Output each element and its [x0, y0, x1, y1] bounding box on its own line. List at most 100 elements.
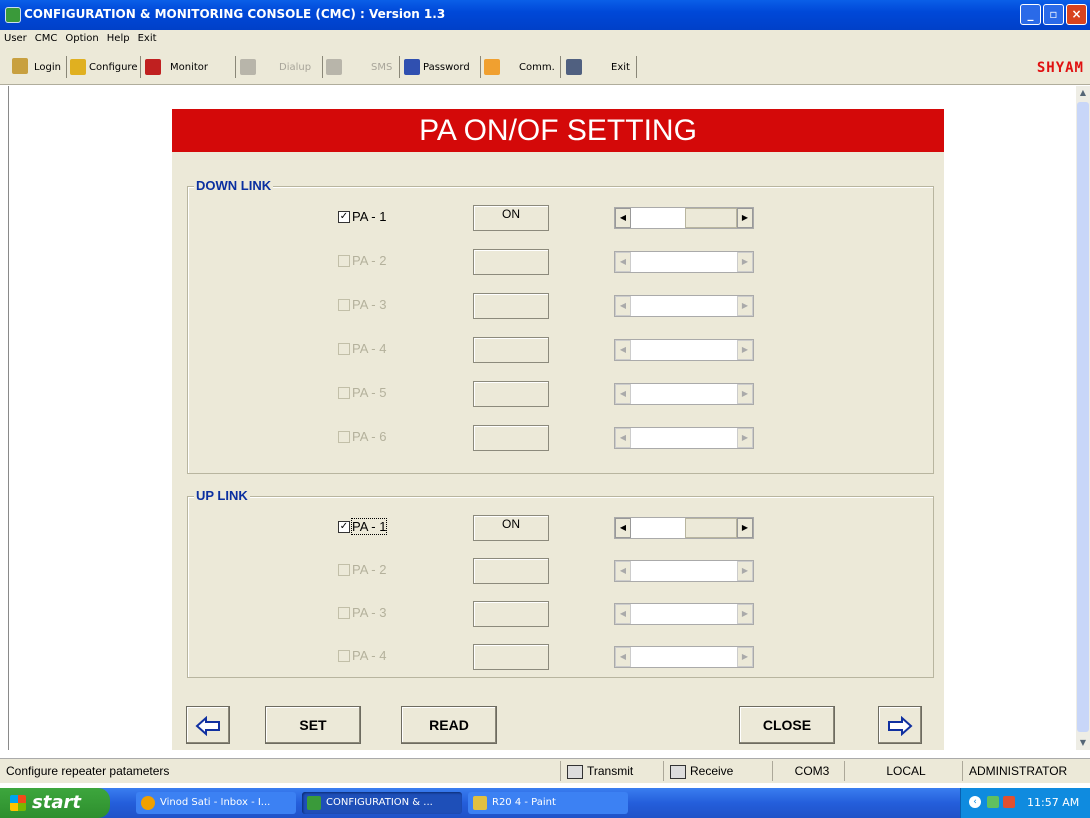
- vertical-scrollbar[interactable]: ▲ ▼: [1076, 86, 1090, 750]
- password-button[interactable]: Password: [404, 58, 470, 76]
- pa-label[interactable]: PA - 5: [352, 385, 386, 400]
- menu-option[interactable]: Option: [61, 30, 102, 44]
- pa-row: PA - 6 ◀ ▶: [338, 425, 768, 451]
- slider-right-arrow[interactable]: ▶: [737, 340, 753, 360]
- sms-button[interactable]: SMS: [326, 58, 392, 76]
- monitor-button[interactable]: Monitor: [145, 58, 208, 76]
- monitor-icon: [145, 59, 161, 75]
- configure-button[interactable]: Configure: [70, 58, 137, 76]
- network-icon[interactable]: [987, 796, 999, 808]
- menu-bar: User CMC Option Help Exit: [0, 30, 1090, 50]
- app-icon: [5, 7, 21, 23]
- pa-slider[interactable]: ◀ ▶: [614, 603, 754, 625]
- slider-left-arrow[interactable]: ◀: [615, 296, 631, 316]
- pa-label[interactable]: PA - 4: [352, 648, 386, 663]
- close-button[interactable]: CLOSE: [739, 706, 835, 744]
- slider-right-arrow[interactable]: ▶: [737, 518, 753, 538]
- slider-left-arrow[interactable]: ◀: [615, 252, 631, 272]
- read-button[interactable]: READ: [401, 706, 497, 744]
- pa-checkbox[interactable]: [338, 431, 350, 443]
- pa-slider[interactable]: ◀ ▶: [614, 517, 754, 539]
- pa-checkbox[interactable]: ✓: [338, 521, 350, 533]
- menu-help[interactable]: Help: [103, 30, 134, 44]
- transmit-label: Transmit: [587, 764, 634, 778]
- pa-label[interactable]: PA - 1: [350, 518, 388, 535]
- pa-checkbox[interactable]: [338, 255, 350, 267]
- menu-exit[interactable]: Exit: [134, 30, 161, 44]
- slider-right-arrow[interactable]: ▶: [737, 428, 753, 448]
- task-paint[interactable]: R20 4 - Paint: [468, 792, 628, 814]
- pa-label[interactable]: PA - 6: [352, 429, 386, 444]
- folder-icon: [70, 59, 86, 75]
- pa-label[interactable]: PA - 3: [352, 605, 386, 620]
- slider-right-arrow[interactable]: ▶: [737, 647, 753, 667]
- slider-left-arrow[interactable]: ◀: [615, 428, 631, 448]
- slider-right-arrow[interactable]: ▶: [737, 384, 753, 404]
- pa-row: PA - 3 ◀ ▶: [338, 293, 768, 319]
- close-window-button[interactable]: ×: [1066, 4, 1087, 25]
- next-button[interactable]: [878, 706, 922, 744]
- pa-checkbox[interactable]: [338, 387, 350, 399]
- task-inbox[interactable]: Vinod Sati - Inbox - I...: [136, 792, 296, 814]
- maximize-button[interactable]: ▫: [1043, 4, 1064, 25]
- pa-slider[interactable]: ◀ ▶: [614, 207, 754, 229]
- dialup-button[interactable]: Dialup: [240, 58, 311, 76]
- scroll-up-arrow[interactable]: ▲: [1077, 86, 1089, 100]
- pa-slider[interactable]: ◀ ▶: [614, 251, 754, 273]
- status-bar: Configure repeater patameters Transmit R…: [0, 758, 1090, 783]
- menu-cmc[interactable]: CMC: [31, 30, 62, 44]
- pa-checkbox[interactable]: ✓: [338, 211, 350, 223]
- slider-left-arrow[interactable]: ◀: [615, 384, 631, 404]
- pa-slider[interactable]: ◀ ▶: [614, 295, 754, 317]
- login-button[interactable]: Login: [34, 58, 61, 76]
- minimize-button[interactable]: _: [1020, 4, 1041, 25]
- pa-label[interactable]: PA - 1: [352, 209, 386, 224]
- previous-button[interactable]: [186, 706, 230, 744]
- slider-left-arrow[interactable]: ◀: [615, 561, 631, 581]
- slider-right-arrow[interactable]: ▶: [737, 208, 753, 228]
- slider-left-arrow[interactable]: ◀: [615, 208, 631, 228]
- pa-label[interactable]: PA - 4: [352, 341, 386, 356]
- pa-label[interactable]: PA - 3: [352, 297, 386, 312]
- monitor-label: Monitor: [170, 61, 209, 73]
- pa-slider[interactable]: ◀ ▶: [614, 427, 754, 449]
- scroll-thumb[interactable]: [1077, 102, 1089, 732]
- menu-user[interactable]: User: [0, 30, 31, 44]
- comm-button[interactable]: Comm.: [484, 58, 555, 76]
- pa-checkbox[interactable]: [338, 343, 350, 355]
- pa-status-box: [473, 381, 549, 407]
- slider-left-arrow[interactable]: ◀: [615, 518, 631, 538]
- exit-button[interactable]: Exit: [566, 58, 630, 76]
- pa-checkbox[interactable]: [338, 650, 350, 662]
- slider-right-arrow[interactable]: ▶: [737, 296, 753, 316]
- slider-left-arrow[interactable]: ◀: [615, 647, 631, 667]
- slider-right-arrow[interactable]: ▶: [737, 561, 753, 581]
- pa-label[interactable]: PA - 2: [352, 253, 386, 268]
- slider-thumb[interactable]: [685, 208, 737, 228]
- app-icon: [307, 796, 321, 810]
- pa-status-box: [473, 249, 549, 275]
- pa-row: PA - 2 ◀ ▶: [338, 558, 768, 584]
- pa-slider[interactable]: ◀ ▶: [614, 339, 754, 361]
- pa-label[interactable]: PA - 2: [352, 562, 386, 577]
- configure-label: Configure: [89, 61, 138, 73]
- pa-checkbox[interactable]: [338, 299, 350, 311]
- slider-left-arrow[interactable]: ◀: [615, 604, 631, 624]
- set-button[interactable]: SET: [265, 706, 361, 744]
- slider-right-arrow[interactable]: ▶: [737, 604, 753, 624]
- slider-right-arrow[interactable]: ▶: [737, 252, 753, 272]
- slider-thumb[interactable]: [685, 518, 737, 538]
- pa-checkbox[interactable]: [338, 607, 350, 619]
- scroll-down-arrow[interactable]: ▼: [1077, 736, 1089, 750]
- pa-slider[interactable]: ◀ ▶: [614, 560, 754, 582]
- start-button[interactable]: start: [0, 788, 110, 818]
- task-cmc[interactable]: CONFIGURATION & ...: [302, 792, 462, 814]
- user-key-icon[interactable]: [12, 58, 28, 74]
- pa-checkbox[interactable]: [338, 564, 350, 576]
- task-inbox-label: Vinod Sati - Inbox - I...: [160, 797, 271, 808]
- tray-arrow-icon[interactable]: ‹: [969, 796, 981, 808]
- security-icon[interactable]: [1003, 796, 1015, 808]
- slider-left-arrow[interactable]: ◀: [615, 340, 631, 360]
- pa-slider[interactable]: ◀ ▶: [614, 646, 754, 668]
- pa-slider[interactable]: ◀ ▶: [614, 383, 754, 405]
